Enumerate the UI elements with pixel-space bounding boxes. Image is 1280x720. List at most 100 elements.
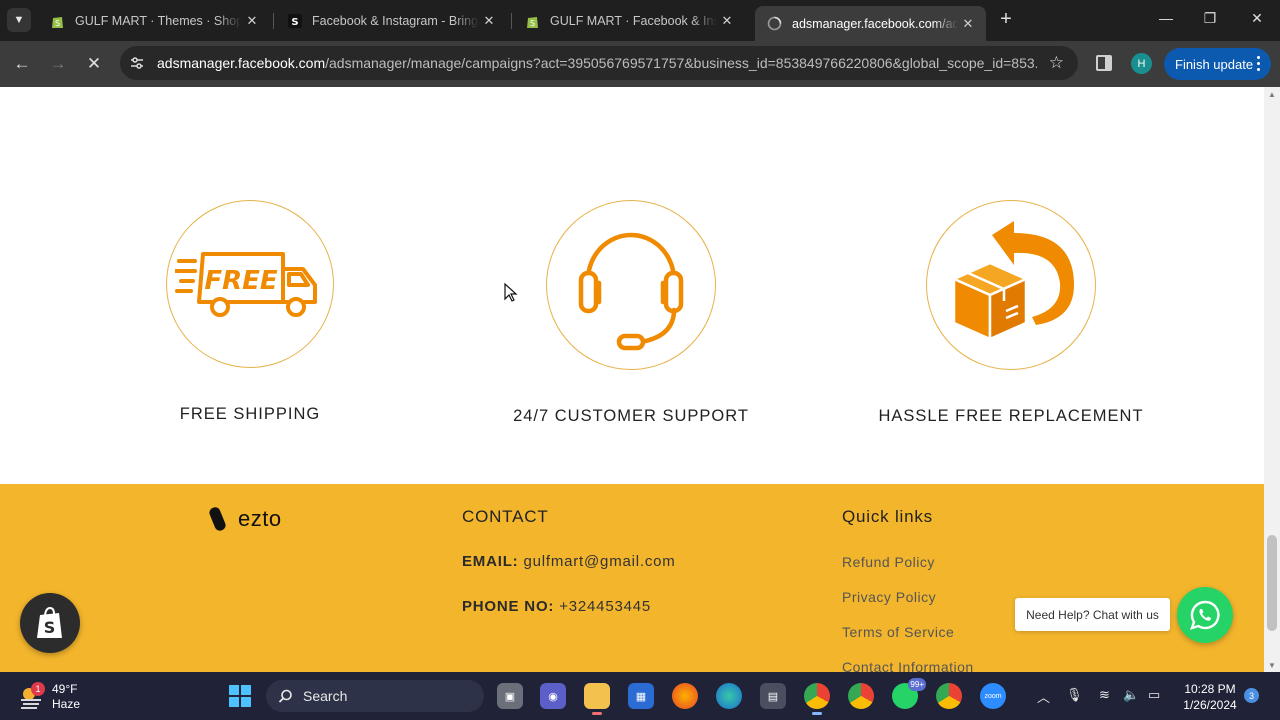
- address-bar[interactable]: adsmanager.facebook.com/adsmanager/manag…: [120, 46, 1078, 80]
- task-view-icon[interactable]: ▣: [497, 683, 523, 709]
- system-clock[interactable]: 10:28 PM 1/26/2024: [1175, 681, 1245, 713]
- tab-divider: [273, 13, 274, 29]
- close-icon[interactable]: ✕: [717, 13, 737, 29]
- feature-label: FREE SHIPPING: [179, 405, 321, 423]
- weather-widget[interactable]: 1 49°F Haze: [18, 682, 80, 712]
- chat-prompt-tooltip[interactable]: Need Help? Chat with us: [1015, 598, 1170, 631]
- search-icon: [278, 689, 292, 703]
- whatsapp-taskbar-icon[interactable]: 99+: [892, 678, 926, 709]
- feature-label: HASSLE FREE REPLACEMENT: [878, 407, 1144, 425]
- browser-tab-strip: ▼ S GULF MART · Themes · Shopify ✕ S Fac…: [0, 0, 1280, 41]
- headset-icon: [578, 232, 684, 351]
- whatsapp-icon: [1190, 600, 1220, 630]
- phone-value[interactable]: +324453445: [559, 598, 651, 615]
- back-icon[interactable]: ←: [11, 53, 33, 75]
- edge-icon[interactable]: [716, 683, 742, 709]
- feature-hassle-free-replacement: HASSLE FREE REPLACEMENT: [861, 200, 1161, 426]
- teams-chat-icon[interactable]: ◉: [540, 683, 566, 709]
- scroll-thumb[interactable]: [1267, 535, 1277, 631]
- browser-toolbar: ← → ✕ adsmanager.facebook.com/adsmanager…: [0, 41, 1280, 87]
- shopify-chat-button[interactable]: S: [20, 593, 80, 653]
- volume-icon[interactable]: 🔈: [1123, 687, 1139, 703]
- shopify-icon: S: [525, 14, 540, 29]
- tab-title: adsmanager.facebook.com/ads: [792, 16, 958, 31]
- brand-logo[interactable]: ezto: [207, 505, 282, 533]
- chrome-profile-h-icon[interactable]: [804, 683, 830, 715]
- profile-avatar[interactable]: H: [1131, 53, 1152, 74]
- quick-link-contact-information[interactable]: Contact Information: [842, 659, 974, 672]
- firefox-icon[interactable]: [672, 683, 698, 709]
- quick-link-privacy-policy[interactable]: Privacy Policy: [842, 589, 936, 605]
- close-icon[interactable]: ✕: [958, 16, 978, 32]
- chrome-profile-f-icon[interactable]: [848, 683, 874, 709]
- feature-icon-circle: [546, 200, 716, 370]
- tab-gulf-mart-facebook[interactable]: S GULF MART · Facebook & Instagram ✕: [513, 6, 745, 36]
- scroll-up-icon[interactable]: ▲: [1268, 90, 1276, 99]
- stop-loading-icon[interactable]: ✕: [83, 53, 105, 75]
- shopify-s-icon: S: [287, 14, 302, 29]
- svg-text:S: S: [44, 618, 56, 637]
- close-icon[interactable]: ✕: [242, 13, 262, 29]
- forward-icon[interactable]: →: [47, 53, 69, 75]
- url-text[interactable]: adsmanager.facebook.com/adsmanager/manag…: [157, 55, 1037, 71]
- feature-icon-circle: [926, 200, 1096, 370]
- search-label: Search: [303, 688, 348, 704]
- clock-time: 10:28 PM: [1184, 682, 1236, 696]
- svg-text:S: S: [54, 19, 59, 28]
- phone-label: PHONE NO:: [462, 598, 555, 615]
- finish-update-button[interactable]: Finish update: [1164, 48, 1271, 80]
- loading-globe-icon: [767, 16, 782, 31]
- tab-search-chevron-icon[interactable]: ▼: [7, 8, 31, 32]
- new-tab-button[interactable]: +: [995, 9, 1017, 31]
- email-value[interactable]: gulfmart@gmail.com: [523, 553, 675, 570]
- url-host: adsmanager.facebook.com: [157, 55, 326, 71]
- web-page: FREE FREE SHIPPING 24/7 CUSTOMER SUPPORT: [0, 87, 1264, 672]
- haze-weather-icon: 1: [18, 682, 45, 710]
- scroll-down-icon[interactable]: ▼: [1268, 661, 1276, 670]
- whatsapp-button[interactable]: [1177, 587, 1233, 643]
- chrome-profile-m-icon[interactable]: [936, 683, 962, 709]
- tab-facebook-instagram[interactable]: S Facebook & Instagram - Bring y ✕: [275, 6, 507, 36]
- whatsapp-badge: 99+: [908, 678, 926, 691]
- notification-count-badge[interactable]: 3: [1244, 688, 1259, 703]
- file-explorer-icon[interactable]: [584, 683, 610, 715]
- windows-start-icon[interactable]: [229, 685, 251, 707]
- restore-icon[interactable]: ❐: [1200, 10, 1220, 27]
- close-icon[interactable]: ✕: [479, 13, 499, 29]
- page-scrollbar[interactable]: ▲ ▼: [1264, 87, 1280, 672]
- microphone-icon[interactable]: 🎙: [1066, 687, 1083, 703]
- ezto-logo-icon: [207, 505, 228, 533]
- tray-overflow-chevron-icon[interactable]: ︿: [1037, 687, 1050, 706]
- contact-email: EMAIL: gulfmart@gmail.com: [462, 553, 676, 570]
- shopify-bag-icon: S: [37, 606, 62, 638]
- tab-title: Facebook & Instagram - Bring y: [312, 14, 479, 28]
- svg-text:S: S: [529, 19, 534, 28]
- feature-label: 24/7 CUSTOMER SUPPORT: [513, 407, 749, 425]
- calculator-icon[interactable]: ▤: [760, 683, 786, 709]
- shopify-icon: S: [50, 14, 65, 29]
- minimize-icon[interactable]: —: [1156, 10, 1176, 26]
- brand-name: ezto: [238, 506, 282, 531]
- windows-taskbar: 1 49°F Haze Search ▣ ◉ ▦ ▤ 99+ zoom ︿ 🎙 …: [0, 672, 1280, 720]
- svg-text:FREE: FREE: [204, 266, 278, 296]
- wifi-icon[interactable]: ≋: [1099, 687, 1110, 703]
- free-delivery-truck-icon: FREE: [175, 252, 317, 317]
- microsoft-store-icon[interactable]: ▦: [628, 683, 654, 709]
- quick-link-refund-policy[interactable]: Refund Policy: [842, 554, 935, 570]
- taskbar-search[interactable]: Search: [266, 680, 484, 712]
- battery-icon[interactable]: ▭: [1148, 687, 1160, 703]
- bookmark-star-icon[interactable]: ☆: [1049, 53, 1064, 73]
- quick-link-terms-of-service[interactable]: Terms of Service: [842, 624, 954, 640]
- tab-divider: [511, 13, 512, 29]
- contact-heading: CONTACT: [462, 507, 549, 526]
- weather-temperature: 49°F: [52, 682, 78, 696]
- site-settings-icon[interactable]: [129, 55, 145, 71]
- tab-adsmanager[interactable]: adsmanager.facebook.com/ads ✕: [755, 6, 986, 41]
- finish-update-label: Finish update: [1175, 56, 1254, 72]
- side-panel-icon[interactable]: [1096, 55, 1112, 71]
- tab-themes-shopify[interactable]: S GULF MART · Themes · Shopify ✕: [38, 6, 270, 36]
- zoom-icon[interactable]: zoom: [980, 683, 1006, 709]
- url-path: /adsmanager/manage/campaigns?act=3950567…: [325, 55, 1037, 71]
- more-vertical-icon: [1257, 56, 1261, 71]
- window-close-icon[interactable]: ✕: [1247, 10, 1267, 27]
